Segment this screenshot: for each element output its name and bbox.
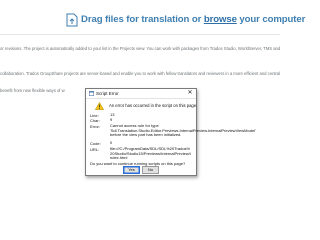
- field-label: Code:: [90, 141, 101, 146]
- field-label: Char:: [90, 118, 100, 123]
- paragraph-packages: or revisions. The project is automatical…: [0, 46, 280, 51]
- error-message: An error has occurred in the script on t…: [109, 103, 198, 108]
- page: Drag files for translation or browse you…: [0, 0, 305, 240]
- no-button[interactable]: No: [142, 166, 159, 174]
- field-value: file:///C:/ProgramData/SDL/SDL%20Trados%…: [110, 146, 191, 161]
- dialog-titlebar[interactable]: Script Error ✕: [86, 89, 196, 99]
- upload-suffix: your computer: [236, 14, 306, 25]
- field-label: URL:: [90, 147, 100, 152]
- upload-icon: [66, 13, 78, 27]
- upload-instruction: Drag files for translation or browse you…: [81, 14, 305, 25]
- field-value: Cannot access rule for type 'Sdl.Transla…: [110, 123, 256, 138]
- window-icon: [89, 91, 94, 96]
- warning-icon: [95, 102, 104, 110]
- browse-link[interactable]: browse: [204, 14, 237, 25]
- field-value: 13: [110, 112, 115, 117]
- field-value: 9: [110, 117, 113, 122]
- upload-prefix: Drag files for translation or: [81, 14, 204, 25]
- dialog-content: An error has occurred in the script on t…: [86, 99, 256, 175]
- paragraph-groupshare: collaboration. Trados GroupShare project…: [0, 71, 280, 76]
- divider: [0, 34, 280, 35]
- script-error-dialog: Script Error ✕ An error has occurred in …: [85, 88, 256, 176]
- field-value: 0: [110, 140, 113, 145]
- upload-drop-zone[interactable]: Drag files for translation or browse you…: [0, 10, 305, 35]
- yes-button[interactable]: Yes: [123, 166, 140, 174]
- dialog-title: Script Error: [96, 90, 119, 96]
- close-button[interactable]: ✕: [184, 89, 196, 98]
- field-label: Error:: [90, 124, 100, 129]
